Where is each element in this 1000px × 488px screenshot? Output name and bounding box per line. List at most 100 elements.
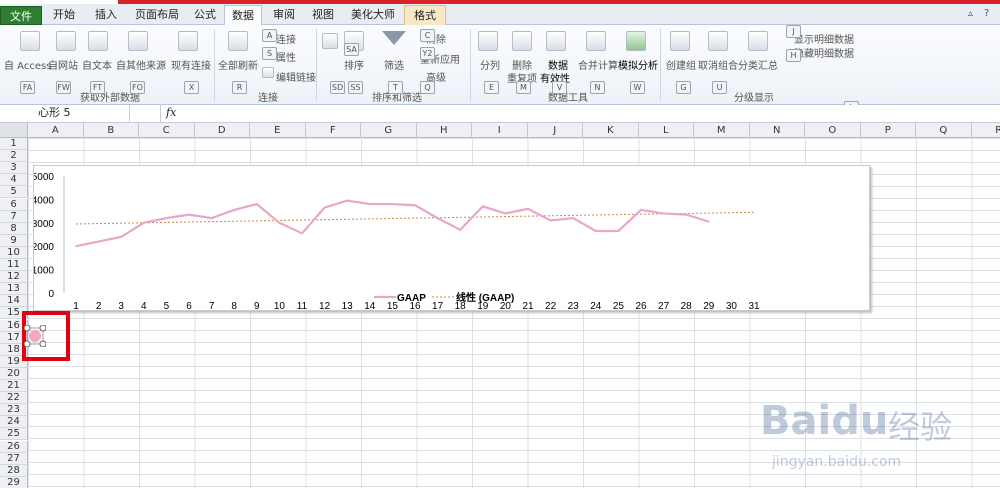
tab-5[interactable]: 数据	[224, 5, 262, 26]
tab-4[interactable]: 公式	[188, 5, 222, 25]
row-header-22[interactable]: 22	[0, 392, 28, 405]
text-file-icon[interactable]	[88, 31, 108, 51]
row-header-3[interactable]: 3	[0, 162, 28, 175]
resize-handle[interactable]	[39, 325, 46, 332]
hide-detail-button[interactable]: 隐藏明细数据	[794, 45, 854, 60]
tab-0[interactable]: 文件	[0, 6, 42, 25]
name-box[interactable]: 心形 5	[0, 105, 130, 122]
consolidate-icon[interactable]	[586, 31, 606, 51]
sort-az-icon[interactable]	[322, 33, 338, 49]
connections-button[interactable]: 连接	[276, 31, 296, 46]
column-header-O[interactable]: O	[805, 123, 861, 138]
existing-connections-icon[interactable]	[178, 31, 198, 51]
row-header-20[interactable]: 20	[0, 367, 28, 380]
column-header-N[interactable]: N	[749, 123, 805, 138]
from-web-button[interactable]: 自网站	[48, 57, 78, 72]
what-if-icon[interactable]	[626, 31, 646, 51]
resize-handle[interactable]	[24, 340, 31, 347]
text-to-columns-button[interactable]: 分列	[480, 57, 500, 72]
row-header-7[interactable]: 7	[0, 210, 28, 223]
subtotal-button[interactable]: 分类汇总	[738, 57, 778, 72]
row-header-1[interactable]: 1	[0, 138, 28, 150]
from-access-button[interactable]: 自 Access	[4, 57, 51, 72]
column-header-G[interactable]: G	[361, 123, 417, 138]
tab-2[interactable]: 插入	[86, 5, 126, 25]
sort-button[interactable]: 排序	[344, 57, 364, 72]
resize-handle[interactable]	[24, 325, 31, 332]
filter-icon[interactable]	[382, 31, 406, 45]
row-header-28[interactable]: 28	[0, 464, 28, 477]
row-header-10[interactable]: 10	[0, 246, 28, 259]
row-header-29[interactable]: 29	[0, 476, 28, 488]
column-header-L[interactable]: L	[638, 123, 694, 138]
data-validation-icon[interactable]	[546, 31, 566, 51]
ribbon-minimize-icon[interactable]: ▵	[968, 8, 973, 19]
row-header-24[interactable]: 24	[0, 416, 28, 429]
from-text-button[interactable]: 自文本	[82, 57, 112, 72]
what-if-analysis-button[interactable]: 模拟分析	[618, 57, 658, 72]
row-header-5[interactable]: 5	[0, 186, 28, 199]
column-header-M[interactable]: M	[694, 123, 750, 138]
show-detail-button[interactable]: 显示明细数据	[794, 31, 854, 46]
column-header-I[interactable]: I	[472, 123, 528, 138]
row-header-23[interactable]: 23	[0, 404, 28, 417]
row-header-4[interactable]: 4	[0, 174, 28, 187]
access-icon[interactable]	[20, 31, 40, 51]
web-icon[interactable]	[56, 31, 76, 51]
column-header-C[interactable]: C	[139, 123, 195, 138]
row-header-2[interactable]: 2	[0, 150, 28, 163]
resize-handle[interactable]	[39, 340, 46, 347]
tab-3[interactable]: 页面布局	[128, 5, 186, 25]
row-header-11[interactable]: 11	[0, 259, 28, 271]
column-header-R[interactable]: R	[971, 123, 1000, 138]
remove-duplicates-icon[interactable]	[512, 31, 532, 51]
text-to-columns-icon[interactable]	[478, 31, 498, 51]
column-header-J[interactable]: J	[527, 123, 583, 138]
edit-links-button[interactable]: 编辑链接	[276, 69, 316, 84]
subtotal-icon[interactable]	[748, 31, 768, 51]
column-header-E[interactable]: E	[250, 123, 306, 138]
insert-function-icon[interactable]: fx	[166, 106, 176, 119]
tab-7[interactable]: 视图	[306, 5, 340, 25]
help-icon[interactable]: ?	[984, 8, 989, 19]
group-icon[interactable]	[670, 31, 690, 51]
row-header-26[interactable]: 26	[0, 440, 28, 453]
row-header-25[interactable]: 25	[0, 428, 28, 441]
column-header-Q[interactable]: Q	[916, 123, 972, 138]
column-header-A[interactable]: A	[28, 123, 84, 138]
ungroup-icon[interactable]	[708, 31, 728, 51]
ungroup-button[interactable]: 取消组合	[698, 57, 738, 72]
row-header-6[interactable]: 6	[0, 198, 28, 211]
selected-heart-shape[interactable]	[24, 325, 46, 347]
row-header-27[interactable]: 27	[0, 452, 28, 465]
database-icon[interactable]	[128, 31, 148, 51]
group-button[interactable]: 创建组	[666, 57, 696, 72]
column-header-K[interactable]: K	[583, 123, 639, 138]
column-header-P[interactable]: P	[860, 123, 916, 138]
heart-shape-icon[interactable]	[29, 330, 41, 342]
tab-8[interactable]: 美化大师	[344, 5, 402, 25]
row-header-13[interactable]: 13	[0, 283, 28, 296]
row-header-21[interactable]: 21	[0, 380, 28, 392]
column-header-H[interactable]: H	[416, 123, 472, 138]
refresh-all-button[interactable]: 全部刷新	[218, 57, 258, 72]
consolidate-button[interactable]: 合并计算	[578, 57, 618, 72]
tab-9[interactable]: 格式	[404, 5, 446, 25]
existing-connections-button[interactable]: 现有连接	[171, 57, 211, 72]
tab-1[interactable]: 开始	[44, 5, 84, 25]
data-point	[662, 212, 665, 215]
column-header-B[interactable]: B	[83, 123, 139, 138]
from-other-sources-button[interactable]: 自其他来源	[116, 57, 166, 72]
row-header-12[interactable]: 12	[0, 271, 28, 284]
row-header-14[interactable]: 14	[0, 295, 28, 308]
refresh-icon[interactable]	[228, 31, 248, 51]
tab-6[interactable]: 审阅	[264, 5, 304, 25]
properties-button[interactable]: 属性	[276, 49, 296, 64]
select-all-corner[interactable]	[0, 123, 28, 138]
filter-button[interactable]: 筛选	[384, 57, 404, 72]
line-chart[interactable]: 0 1000 2000 3000 4000 5000 1 2 3 4 5 6 7 8 9 10 11 12 13 14…	[33, 165, 870, 312]
row-header-9[interactable]: 9	[0, 234, 28, 247]
column-header-F[interactable]: F	[305, 123, 361, 138]
row-header-8[interactable]: 8	[0, 222, 28, 235]
column-header-D[interactable]: D	[194, 123, 250, 138]
